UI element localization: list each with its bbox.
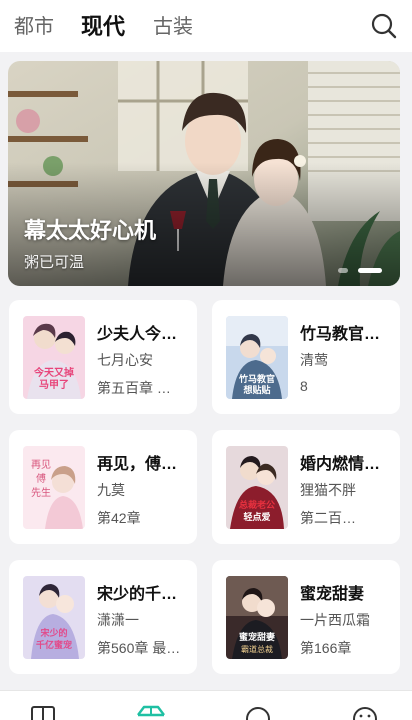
book-cover: 蜜宠甜妻 霸道总裁	[226, 576, 288, 659]
book-chapter: 8	[300, 378, 308, 394]
banner-title: 幕太太好心机	[24, 218, 157, 243]
book-card[interactable]: 宋少的 千亿蜜宠 宋少的千亿蜜宠 潇潇一 第560章 最…	[9, 560, 197, 674]
svg-text:霸道总裁: 霸道总裁	[241, 644, 273, 654]
svg-text:先生: 先生	[31, 486, 51, 499]
svg-text:竹马教官: 竹马教官	[238, 373, 275, 385]
svg-text:想贴贴: 想贴贴	[242, 384, 270, 396]
book-cover: 竹马教官 想贴贴	[226, 316, 288, 399]
book-author: 狸猫不胖	[300, 482, 356, 498]
carousel-dot[interactable]	[338, 268, 348, 273]
book-card[interactable]: 今天又掉 马甲了 少夫人今天又掉马甲了 七月心安 第五百章 …	[9, 300, 197, 414]
book-chapter: 第五百章 …	[97, 380, 171, 396]
book-chapter: 第42章	[97, 510, 141, 526]
book-title: 宋少的千亿蜜宠	[97, 586, 189, 603]
book-chapter: 第二百…	[300, 510, 356, 526]
svg-text:今天又掉: 今天又掉	[33, 366, 74, 379]
book-cover: 今天又掉 马甲了	[23, 316, 85, 399]
book-title: 婚内燃情总裁老公轻点爱	[300, 456, 392, 473]
book-author: 一片西瓜霜	[300, 612, 370, 628]
book-cover: 再见 傅 先生	[23, 446, 85, 529]
book-chapter: 第166章	[300, 640, 352, 656]
book-author: 清莺	[300, 352, 328, 368]
bottom-nav	[0, 690, 412, 720]
top-tab-bar: 都市 现代 古装	[0, 0, 412, 52]
book-title: 再见，傅先生	[97, 456, 189, 473]
book-cover: 总裁老公 轻点爱	[226, 446, 288, 529]
svg-text:蜜宠甜妻: 蜜宠甜妻	[239, 631, 275, 643]
book-author: 七月心安	[97, 352, 153, 368]
tab-xiandai[interactable]: 现代	[81, 10, 125, 44]
category-icon[interactable]	[245, 705, 271, 720]
book-author: 潇潇一	[97, 612, 139, 628]
bookshelf-icon[interactable]	[30, 705, 56, 720]
book-title: 蜜宠甜妻	[300, 586, 365, 603]
svg-text:轻点爱: 轻点爱	[243, 511, 270, 523]
book-card[interactable]: 再见 傅 先生 再见，傅先生 九莫 第42章	[9, 430, 197, 544]
book-chapter: 第560章 最…	[97, 640, 181, 656]
svg-text:马甲了: 马甲了	[39, 379, 69, 391]
featured-banner[interactable]: 幕太太好心机 粥已可温	[8, 61, 400, 286]
tab-dushi[interactable]: 都市	[14, 10, 54, 44]
search-icon[interactable]	[370, 12, 398, 40]
svg-text:千亿蜜宠: 千亿蜜宠	[36, 639, 72, 651]
carousel-dot-active[interactable]	[358, 268, 382, 273]
svg-text:总裁老公: 总裁老公	[239, 499, 275, 511]
discover-icon[interactable]	[136, 705, 166, 720]
tab-guzhuang[interactable]: 古装	[153, 10, 193, 44]
profile-icon[interactable]	[352, 705, 378, 720]
book-author: 九莫	[97, 482, 125, 498]
book-card[interactable]: 竹马教官 想贴贴 竹马教官一想贴贴 清莺 8	[212, 300, 400, 414]
book-title: 竹马教官一想贴贴	[300, 326, 392, 343]
banner-author: 粥已可温	[24, 254, 85, 271]
svg-text:宋少的: 宋少的	[39, 627, 67, 639]
svg-text:傅: 傅	[36, 472, 46, 485]
book-card[interactable]: 蜜宠甜妻 霸道总裁 蜜宠甜妻 一片西瓜霜 第166章	[212, 560, 400, 674]
svg-text:再见: 再见	[31, 459, 51, 471]
book-title: 少夫人今天又掉马甲了	[97, 326, 189, 343]
book-cover: 宋少的 千亿蜜宠	[23, 576, 85, 659]
book-card[interactable]: 总裁老公 轻点爱 婚内燃情总裁老公轻点爱 狸猫不胖 第二百…	[212, 430, 400, 544]
